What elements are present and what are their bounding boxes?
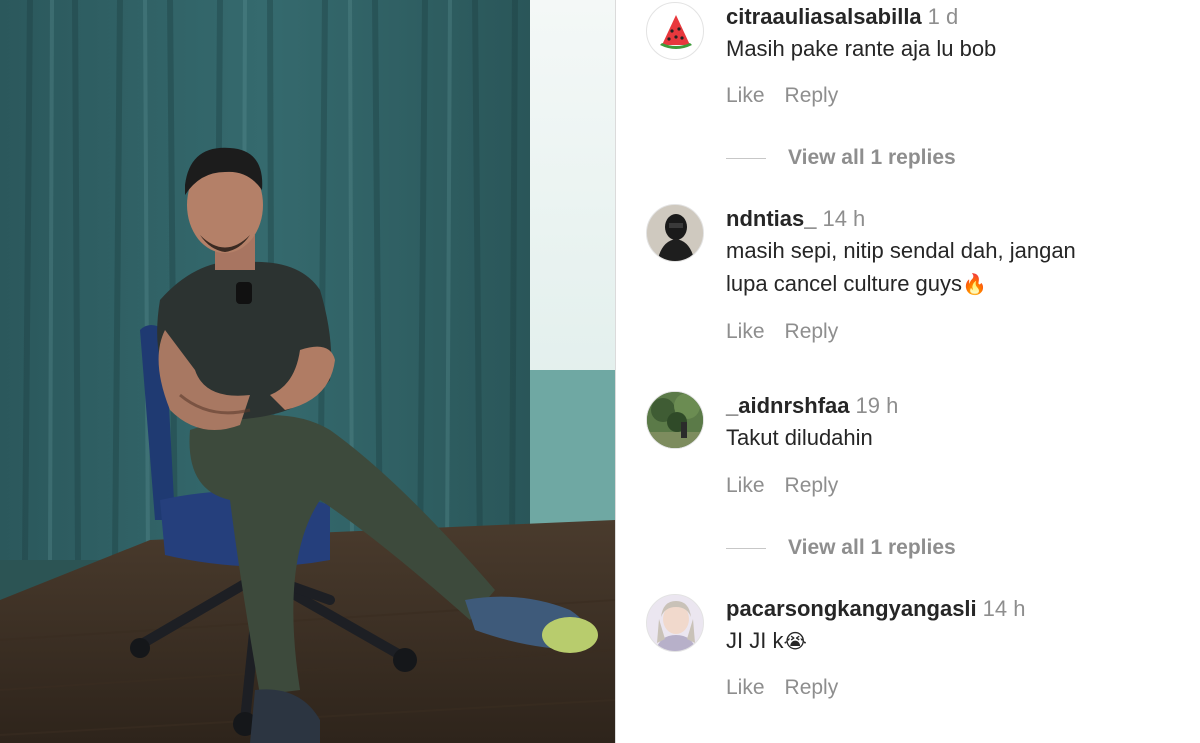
reply-button[interactable]: Reply	[785, 474, 839, 497]
view-replies-label: View all 1 replies	[788, 146, 956, 169]
view-replies-button[interactable]: View all 1 replies	[726, 146, 956, 170]
reply-button[interactable]: Reply	[785, 676, 839, 699]
like-button[interactable]: Like	[726, 320, 765, 343]
post-media[interactable]	[0, 0, 615, 743]
comment-text: masih sepi, nitip sendal dah, jangan lup…	[726, 234, 1186, 301]
comment-time[interactable]: 14 h	[822, 206, 865, 231]
comment-username[interactable]: pacarsongkangyangasli	[726, 596, 977, 621]
comment-text-line: lupa cancel culture guys	[726, 271, 963, 296]
replies-dash	[726, 157, 766, 159]
comment-body: ndntias_ 14 h masih sepi, nitip sendal da…	[726, 204, 1186, 301]
comment-username[interactable]: ndntias_	[726, 206, 816, 231]
avatar-photo	[647, 595, 703, 651]
comment-header: _aidnrshfaa 19 h	[726, 391, 1186, 421]
avatar[interactable]	[646, 594, 704, 652]
comments-panel: citraauliasalsabilla 1 d Masih pake rante…	[616, 0, 1200, 743]
comment-time[interactable]: 1 d	[928, 4, 959, 29]
comment-item: _aidnrshfaa 19 h Takut diludahin Like Repl…	[646, 391, 1186, 561]
comment-text: Takut diludahin	[726, 425, 873, 450]
comment-text-line: JI JI k	[726, 628, 784, 653]
comment-text: Masih pake rante aja lu bob	[726, 36, 997, 61]
comment-actions: Like Reply	[726, 474, 858, 498]
avatar-photo	[647, 392, 703, 448]
comment-text-line: masih sepi, nitip sendal dah, jangan	[726, 238, 1076, 263]
reply-button[interactable]: Reply	[785, 84, 839, 107]
comment-body: _aidnrshfaa 19 h Takut diludahin	[726, 391, 1186, 454]
avatar[interactable]	[646, 2, 704, 60]
reply-button[interactable]: Reply	[785, 320, 839, 343]
comment-body: pacarsongkangyangasli 14 h JI JI k😭	[726, 594, 1186, 658]
like-button[interactable]: Like	[726, 84, 765, 107]
comment-actions: Like Reply	[726, 676, 858, 700]
view-replies-button[interactable]: View all 1 replies	[726, 536, 956, 560]
comment-time[interactable]: 19 h	[856, 393, 899, 418]
comment-time[interactable]: 14 h	[983, 596, 1026, 621]
comment-item: citraauliasalsabilla 1 d Masih pake rante…	[646, 2, 1186, 172]
crying-emoji: 😭	[783, 629, 807, 653]
like-button[interactable]: Like	[726, 676, 765, 699]
comment-body: citraauliasalsabilla 1 d Masih pake rante…	[726, 2, 1186, 65]
comment-actions: Like Reply	[726, 84, 858, 108]
comment-header: citraauliasalsabilla 1 d	[726, 2, 1186, 32]
like-button[interactable]: Like	[726, 474, 765, 497]
comment-text-line-2: lupa cancel culture guys🔥	[726, 267, 1186, 301]
avatar[interactable]	[646, 204, 704, 262]
avatar[interactable]	[646, 391, 704, 449]
avatar-photo	[647, 205, 703, 261]
fire-emoji: 🔥	[962, 272, 987, 296]
comment-item: ndntias_ 14 h masih sepi, nitip sendal da…	[646, 204, 1186, 354]
comment-header: ndntias_ 14 h	[726, 204, 1186, 234]
watermelon-icon	[660, 15, 692, 49]
post-photo	[0, 0, 615, 743]
comment-text: JI JI k😭	[726, 624, 1186, 658]
comment-header: pacarsongkangyangasli 14 h	[726, 594, 1186, 624]
view-replies-label: View all 1 replies	[788, 536, 956, 559]
comment-username[interactable]: _aidnrshfaa	[726, 393, 850, 418]
comment-actions: Like Reply	[726, 320, 858, 344]
replies-dash	[726, 547, 766, 549]
comment-item: pacarsongkangyangasli 14 h JI JI k😭 Like R…	[646, 594, 1186, 714]
comment-username[interactable]: citraauliasalsabilla	[726, 4, 922, 29]
